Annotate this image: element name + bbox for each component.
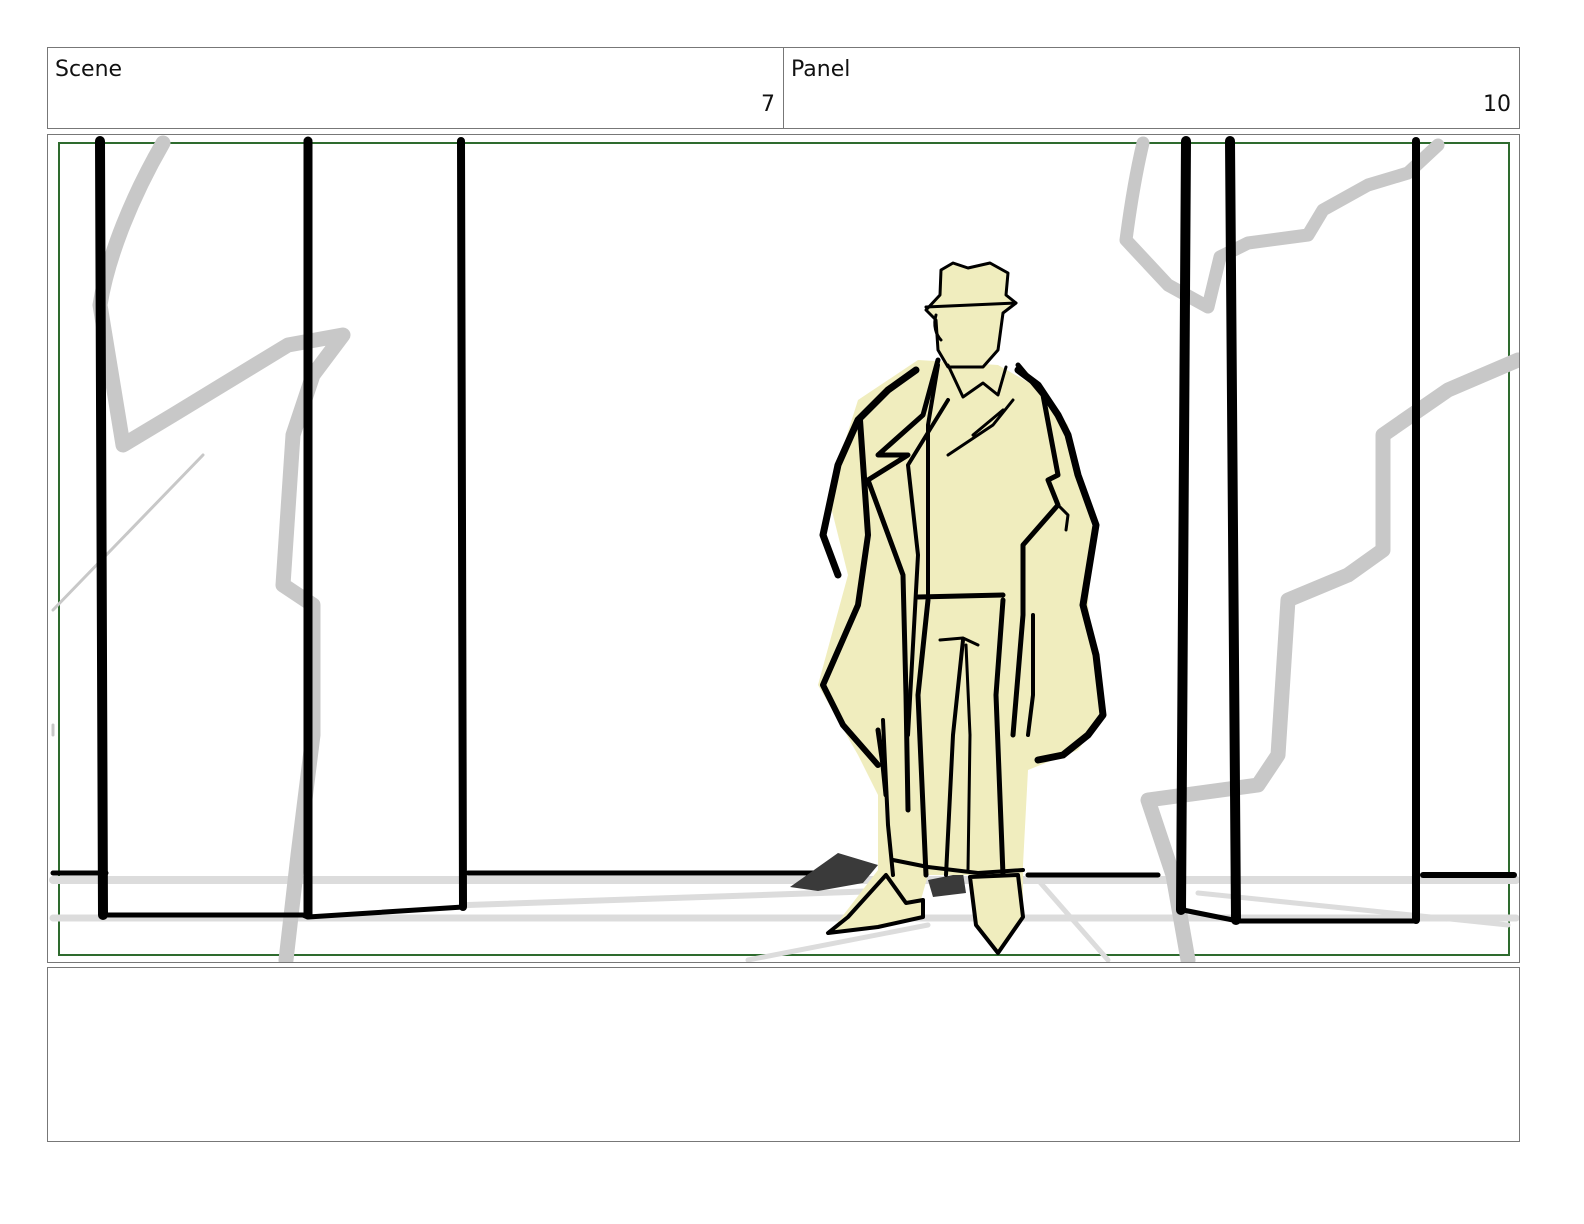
storyboard-sketch	[49, 135, 1519, 962]
scene-number: 7	[761, 92, 775, 117]
panel-box: Panel 10	[783, 47, 1520, 129]
scene-box: Scene 7	[47, 47, 784, 129]
storyboard-frame	[47, 134, 1520, 963]
safe-frame	[58, 142, 1510, 956]
architecture-lines	[50, 136, 1517, 925]
panel-number: 10	[1483, 92, 1511, 117]
notes-box	[47, 967, 1520, 1142]
scene-label: Scene	[55, 57, 123, 82]
panel-label: Panel	[791, 57, 851, 82]
figure-trenchcoat	[818, 261, 1107, 955]
